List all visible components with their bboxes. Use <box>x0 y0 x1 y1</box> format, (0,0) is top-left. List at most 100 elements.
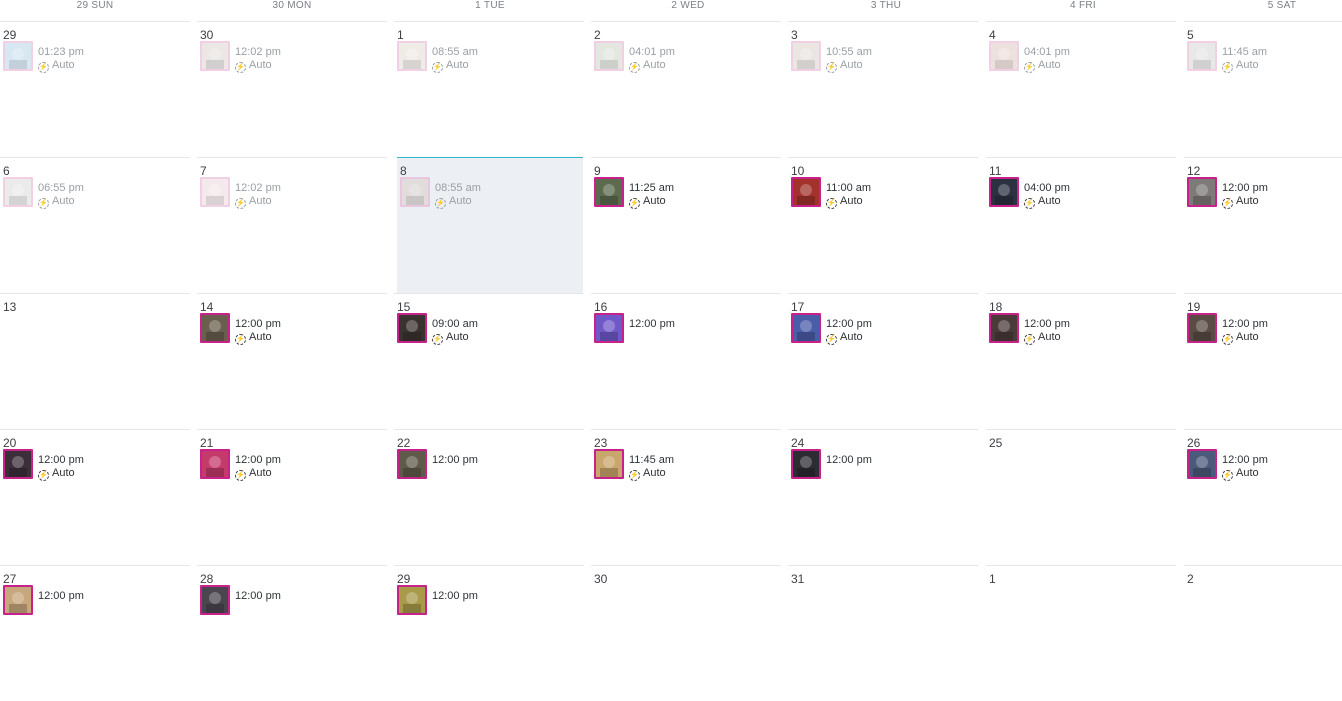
post-thumbnail[interactable] <box>200 449 230 479</box>
scheduled-post[interactable]: 12:00 pm <box>397 449 577 481</box>
post-thumbnail[interactable] <box>397 585 427 615</box>
scheduled-post[interactable]: 04:00 pm ⚡ Auto <box>989 177 1169 209</box>
calendar-day-cell[interactable]: 24 12:00 pm <box>788 429 978 565</box>
scheduled-post[interactable]: 12:00 pm <box>594 313 774 345</box>
calendar-day-cell[interactable]: 22 12:00 pm <box>394 429 584 565</box>
scheduled-post[interactable]: 12:02 pm ⚡ Auto <box>200 177 380 209</box>
post-thumbnail[interactable] <box>594 313 624 343</box>
scheduled-post[interactable]: 12:00 pm ⚡ Auto <box>1187 449 1342 481</box>
auto-label: Auto <box>1038 195 1061 207</box>
post-thumbnail[interactable] <box>594 41 624 71</box>
calendar-day-cell[interactable]: 16 12:00 pm <box>591 293 781 429</box>
post-thumbnail[interactable] <box>791 41 821 71</box>
post-thumbnail[interactable] <box>989 41 1019 71</box>
scheduled-post[interactable]: 08:55 am ⚡ Auto <box>400 177 580 209</box>
calendar-day-cell[interactable]: 23 11:45 am ⚡ Auto <box>591 429 781 565</box>
post-thumbnail[interactable] <box>200 313 230 343</box>
scheduled-post[interactable]: 12:00 pm <box>791 449 971 481</box>
auto-publish-indicator: ⚡ Auto <box>235 195 272 209</box>
scheduled-post[interactable]: 12:00 pm ⚡ Auto <box>200 313 380 345</box>
calendar-day-cell[interactable]: 10 11:00 am ⚡ Auto <box>788 157 978 293</box>
calendar-day-cell[interactable]: 29 12:00 pm <box>394 565 584 701</box>
scheduled-post[interactable]: 12:00 pm ⚡ Auto <box>791 313 971 345</box>
scheduled-post[interactable]: 11:00 am ⚡ Auto <box>791 177 971 209</box>
calendar-day-cell[interactable]: 11 04:00 pm ⚡ Auto <box>986 157 1176 293</box>
calendar-day-cell[interactable]: 29 01:23 pm ⚡ Auto <box>0 21 190 157</box>
scheduled-post[interactable]: 11:45 am ⚡ Auto <box>594 449 774 481</box>
post-thumbnail[interactable] <box>989 177 1019 207</box>
post-thumbnail[interactable] <box>594 177 624 207</box>
post-thumbnail[interactable] <box>791 177 821 207</box>
calendar-day-cell[interactable]: 18 12:00 pm ⚡ Auto <box>986 293 1176 429</box>
scheduled-post[interactable]: 09:00 am ⚡ Auto <box>397 313 577 345</box>
post-thumbnail[interactable] <box>791 313 821 343</box>
post-thumbnail[interactable] <box>3 177 33 207</box>
calendar-day-cell[interactable]: 2 <box>1184 565 1342 701</box>
post-thumbnail[interactable] <box>200 585 230 615</box>
day-number: 24 <box>791 436 805 450</box>
scheduled-post[interactable]: 11:25 am ⚡ Auto <box>594 177 774 209</box>
post-thumbnail[interactable] <box>1187 449 1217 479</box>
calendar-day-cell[interactable]: 20 12:00 pm ⚡ Auto <box>0 429 190 565</box>
calendar-day-cell-today[interactable]: 8 08:55 am ⚡ Auto <box>397 157 583 293</box>
post-thumbnail[interactable] <box>397 41 427 71</box>
calendar-day-cell[interactable]: 4 04:01 pm ⚡ Auto <box>986 21 1176 157</box>
calendar-day-cell[interactable]: 6 06:55 pm ⚡ Auto <box>0 157 190 293</box>
calendar-day-cell[interactable]: 14 12:00 pm ⚡ Auto <box>197 293 387 429</box>
calendar-day-cell[interactable]: 30 12:02 pm ⚡ Auto <box>197 21 387 157</box>
calendar-day-cell[interactable]: 1 <box>986 565 1176 701</box>
post-thumbnail[interactable] <box>3 449 33 479</box>
scheduled-post[interactable]: 12:00 pm ⚡ Auto <box>1187 313 1342 345</box>
post-thumbnail[interactable] <box>200 177 230 207</box>
calendar-day-cell[interactable]: 25 <box>986 429 1176 565</box>
post-thumbnail[interactable] <box>791 449 821 479</box>
calendar-day-cell[interactable]: 13 <box>0 293 190 429</box>
auto-publish-indicator: ⚡ Auto <box>1222 59 1259 73</box>
calendar-day-cell[interactable]: 1 08:55 am ⚡ Auto <box>394 21 584 157</box>
post-thumbnail[interactable] <box>397 449 427 479</box>
calendar-day-cell[interactable]: 9 11:25 am ⚡ Auto <box>591 157 781 293</box>
scheduled-post[interactable]: 12:00 pm ⚡ Auto <box>989 313 1169 345</box>
scheduled-post[interactable]: 12:00 pm <box>397 585 577 617</box>
post-thumbnail[interactable] <box>989 313 1019 343</box>
calendar-day-cell[interactable]: 17 12:00 pm ⚡ Auto <box>788 293 978 429</box>
post-thumbnail[interactable] <box>200 41 230 71</box>
scheduled-post[interactable]: 12:02 pm ⚡ Auto <box>200 41 380 73</box>
auto-label: Auto <box>1038 331 1061 343</box>
post-thumbnail[interactable] <box>3 41 33 71</box>
scheduled-post[interactable]: 04:01 pm ⚡ Auto <box>594 41 774 73</box>
calendar-day-cell[interactable]: 7 12:02 pm ⚡ Auto <box>197 157 387 293</box>
scheduled-post[interactable]: 04:01 pm ⚡ Auto <box>989 41 1169 73</box>
scheduled-post[interactable]: 06:55 pm ⚡ Auto <box>3 177 183 209</box>
calendar-day-cell[interactable]: 15 09:00 am ⚡ Auto <box>394 293 584 429</box>
calendar-day-cell[interactable]: 31 <box>788 565 978 701</box>
calendar-day-cell[interactable]: 19 12:00 pm ⚡ Auto <box>1184 293 1342 429</box>
calendar-day-cell[interactable]: 21 12:00 pm ⚡ Auto <box>197 429 387 565</box>
calendar-day-cell[interactable]: 3 10:55 am ⚡ Auto <box>788 21 978 157</box>
calendar-day-cell[interactable]: 28 12:00 pm <box>197 565 387 701</box>
scheduled-post[interactable]: 11:45 am ⚡ Auto <box>1187 41 1342 73</box>
calendar-day-cell[interactable]: 27 12:00 pm <box>0 565 190 701</box>
post-thumbnail[interactable] <box>3 585 33 615</box>
post-thumbnail[interactable] <box>1187 177 1217 207</box>
post-thumbnail[interactable] <box>1187 41 1217 71</box>
scheduled-post[interactable]: 01:23 pm ⚡ Auto <box>3 41 183 73</box>
post-time: 12:02 pm <box>235 46 281 58</box>
post-thumbnail[interactable] <box>397 313 427 343</box>
scheduled-post[interactable]: 12:00 pm <box>3 585 183 617</box>
post-thumbnail[interactable] <box>1187 313 1217 343</box>
calendar-day-cell[interactable]: 12 12:00 pm ⚡ Auto <box>1184 157 1342 293</box>
scheduled-post[interactable]: 08:55 am ⚡ Auto <box>397 41 577 73</box>
post-thumbnail[interactable] <box>594 449 624 479</box>
post-thumbnail[interactable] <box>400 177 430 207</box>
calendar-day-cell[interactable]: 30 <box>591 565 781 701</box>
calendar-day-cell[interactable]: 2 04:01 pm ⚡ Auto <box>591 21 781 157</box>
scheduled-post[interactable]: 10:55 am ⚡ Auto <box>791 41 971 73</box>
calendar-day-cell[interactable]: 5 11:45 am ⚡ Auto <box>1184 21 1342 157</box>
scheduled-post[interactable]: 12:00 pm ⚡ Auto <box>200 449 380 481</box>
post-image-thumbnail <box>5 451 31 477</box>
scheduled-post[interactable]: 12:00 pm ⚡ Auto <box>3 449 183 481</box>
calendar-day-cell[interactable]: 26 12:00 pm ⚡ Auto <box>1184 429 1342 565</box>
scheduled-post[interactable]: 12:00 pm ⚡ Auto <box>1187 177 1342 209</box>
scheduled-post[interactable]: 12:00 pm <box>200 585 380 617</box>
